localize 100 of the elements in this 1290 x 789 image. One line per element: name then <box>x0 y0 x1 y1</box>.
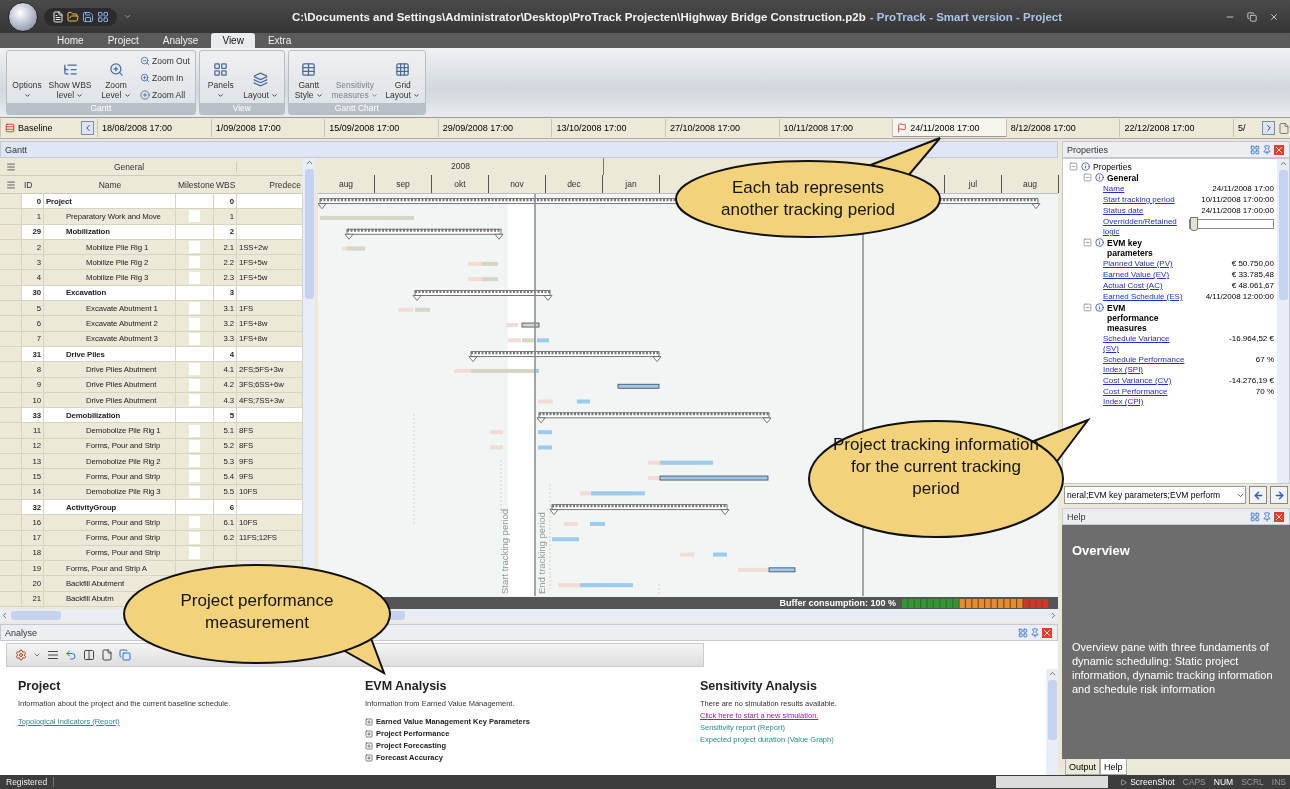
property-link[interactable]: Planned Value (PV) <box>1103 259 1185 269</box>
milestone-checkbox[interactable] <box>189 317 200 330</box>
period-tab[interactable]: 18/08/2008 17:00 <box>97 119 211 137</box>
vertical-scrollbar[interactable] <box>1277 159 1289 483</box>
ribbon-small-button[interactable]: Zoom In <box>140 73 190 83</box>
task-bar <box>660 460 713 465</box>
task-bar <box>482 277 498 282</box>
milestone-checkbox[interactable] <box>189 302 200 315</box>
slider-thumb[interactable] <box>1190 217 1198 231</box>
ribbon-button[interactable]: Options <box>9 53 45 103</box>
period-tab[interactable]: 27/10/2008 17:00 <box>665 119 779 137</box>
period-tab[interactable]: 13/10/2008 17:00 <box>551 119 665 137</box>
back-button[interactable] <box>1249 486 1267 504</box>
baseline-tab[interactable]: Baseline <box>0 119 78 137</box>
task-bar <box>347 246 365 251</box>
flag-icon <box>897 123 908 133</box>
milestone-checkbox[interactable] <box>189 485 200 498</box>
period-tab[interactable]: 24/11/2008 17:00 <box>892 119 1006 137</box>
column-header[interactable]: Name <box>44 179 176 190</box>
baseline-bar <box>680 552 694 557</box>
ribbon-small-button[interactable]: Zoom Out <box>140 56 190 67</box>
column-header[interactable]: Predece <box>237 179 303 190</box>
close-button[interactable] <box>1273 511 1285 522</box>
pin-button[interactable] <box>1029 627 1041 638</box>
next-button[interactable] <box>1262 121 1276 135</box>
period-tab[interactable]: 29/09/2008 17:00 <box>437 119 552 137</box>
scrollbar-thumb[interactable] <box>11 611 61 620</box>
ribbon-small-button[interactable]: Zoom All <box>140 89 190 100</box>
close-button[interactable] <box>1041 627 1053 638</box>
milestone-checkbox[interactable] <box>189 455 200 468</box>
previous-button[interactable] <box>81 121 95 135</box>
ribbon-button[interactable]: Layout <box>239 53 282 103</box>
property-link[interactable]: Start tracking period <box>1103 195 1185 205</box>
milestone-checkbox[interactable] <box>189 439 200 452</box>
pin-button[interactable] <box>1261 511 1273 522</box>
property-value: 70 % <box>1254 387 1274 397</box>
pin-button[interactable] <box>1261 144 1273 155</box>
milestone-checkbox[interactable] <box>189 516 200 529</box>
app-orb-icon[interactable] <box>8 1 38 32</box>
column-header[interactable]: ID <box>22 179 44 190</box>
property-link[interactable]: Earned Value (EV) <box>1103 270 1185 280</box>
ribbon-tab[interactable]: View <box>211 33 255 48</box>
restore-button[interactable] <box>1244 11 1260 22</box>
ribbon-button[interactable]: Grid Layout <box>382 53 423 103</box>
panel-menu-button[interactable] <box>1017 627 1029 638</box>
group-label: Gantt <box>7 103 195 114</box>
scrollbar-thumb[interactable] <box>1278 170 1288 300</box>
ribbon-tab[interactable]: Home <box>46 33 95 48</box>
milestone-checkbox[interactable] <box>189 394 200 406</box>
scrollbar-thumb[interactable] <box>1047 680 1057 740</box>
period-tab[interactable]: 15/09/2008 17:00 <box>324 119 438 137</box>
forward-button[interactable] <box>1270 486 1288 504</box>
property-link[interactable]: Name <box>1103 184 1185 194</box>
milestone-checkbox[interactable] <box>189 546 200 559</box>
pane-tab[interactable]: Output <box>1065 759 1101 775</box>
filter-dropdown[interactable]: neral;EVM key parameters;EVM perform <box>1064 486 1246 504</box>
close-button[interactable] <box>1273 144 1285 155</box>
milestone-checkbox[interactable] <box>189 424 200 437</box>
milestone-checkbox[interactable] <box>189 531 200 544</box>
milestone-checkbox[interactable] <box>189 210 200 223</box>
column-header[interactable]: WBS <box>214 179 237 190</box>
period-tab[interactable]: 8/12/2008 17:00 <box>1005 119 1120 137</box>
section-heading: Sensitivity Analysis <box>700 679 818 693</box>
scrollbar-thumb[interactable] <box>304 169 314 299</box>
vertical-scrollbar[interactable] <box>1046 669 1058 775</box>
pane-tab[interactable]: Help <box>1100 759 1127 775</box>
milestone-checkbox[interactable] <box>189 241 200 254</box>
panel-title: Properties <box>1067 144 1110 155</box>
ribbon-button[interactable]: Gantt Style <box>290 53 327 103</box>
ribbon-button[interactable]: Zoom Level <box>95 53 137 103</box>
milestone-checkbox[interactable] <box>189 363 200 376</box>
panel-menu-button[interactable] <box>1249 511 1261 522</box>
ribbon-tab[interactable]: Extra <box>256 33 303 48</box>
property-link[interactable]: Actual Cost (AC) <box>1103 281 1185 291</box>
milestone-checkbox[interactable] <box>189 378 200 391</box>
baseline-bar <box>538 399 553 404</box>
period-tab[interactable]: 22/12/2008 17:00 <box>1119 119 1233 137</box>
period-tab[interactable]: 1/09/2008 17:00 <box>210 119 325 137</box>
baseline-bar <box>468 261 483 266</box>
slider-track[interactable] <box>1189 219 1274 229</box>
column-header[interactable]: Milestone <box>176 179 214 190</box>
property-link[interactable]: Cost Performance Index (CPI) <box>1103 387 1185 407</box>
property-link[interactable]: Schedule Performance Index (SPI) <box>1103 355 1185 375</box>
ribbon-tab[interactable]: Analyse <box>151 33 210 48</box>
property-link[interactable]: Schedule Variance (SV) <box>1103 334 1185 354</box>
ribbon-button[interactable]: Panels <box>201 53 240 103</box>
period-tab[interactable]: 5/ <box>1233 119 1259 137</box>
ribbon-button[interactable]: Show WBS level <box>45 53 95 103</box>
property-link[interactable]: Status date <box>1103 206 1185 216</box>
panel-menu-button[interactable] <box>1249 144 1261 155</box>
layout-icon <box>253 72 269 87</box>
ribbon-tab[interactable]: Project <box>96 33 150 48</box>
property-link[interactable]: Earned Schedule (ES) <box>1103 292 1185 302</box>
property-link[interactable]: Cost Variance (CV) <box>1103 376 1185 386</box>
milestone-checkbox[interactable] <box>189 256 200 269</box>
milestone-checkbox[interactable] <box>189 470 200 483</box>
property-link[interactable]: Overridden/Retained logic <box>1103 217 1185 237</box>
milestone-checkbox[interactable] <box>189 271 200 284</box>
milestone-checkbox[interactable] <box>189 332 200 345</box>
status-text: Registered <box>0 777 55 787</box>
